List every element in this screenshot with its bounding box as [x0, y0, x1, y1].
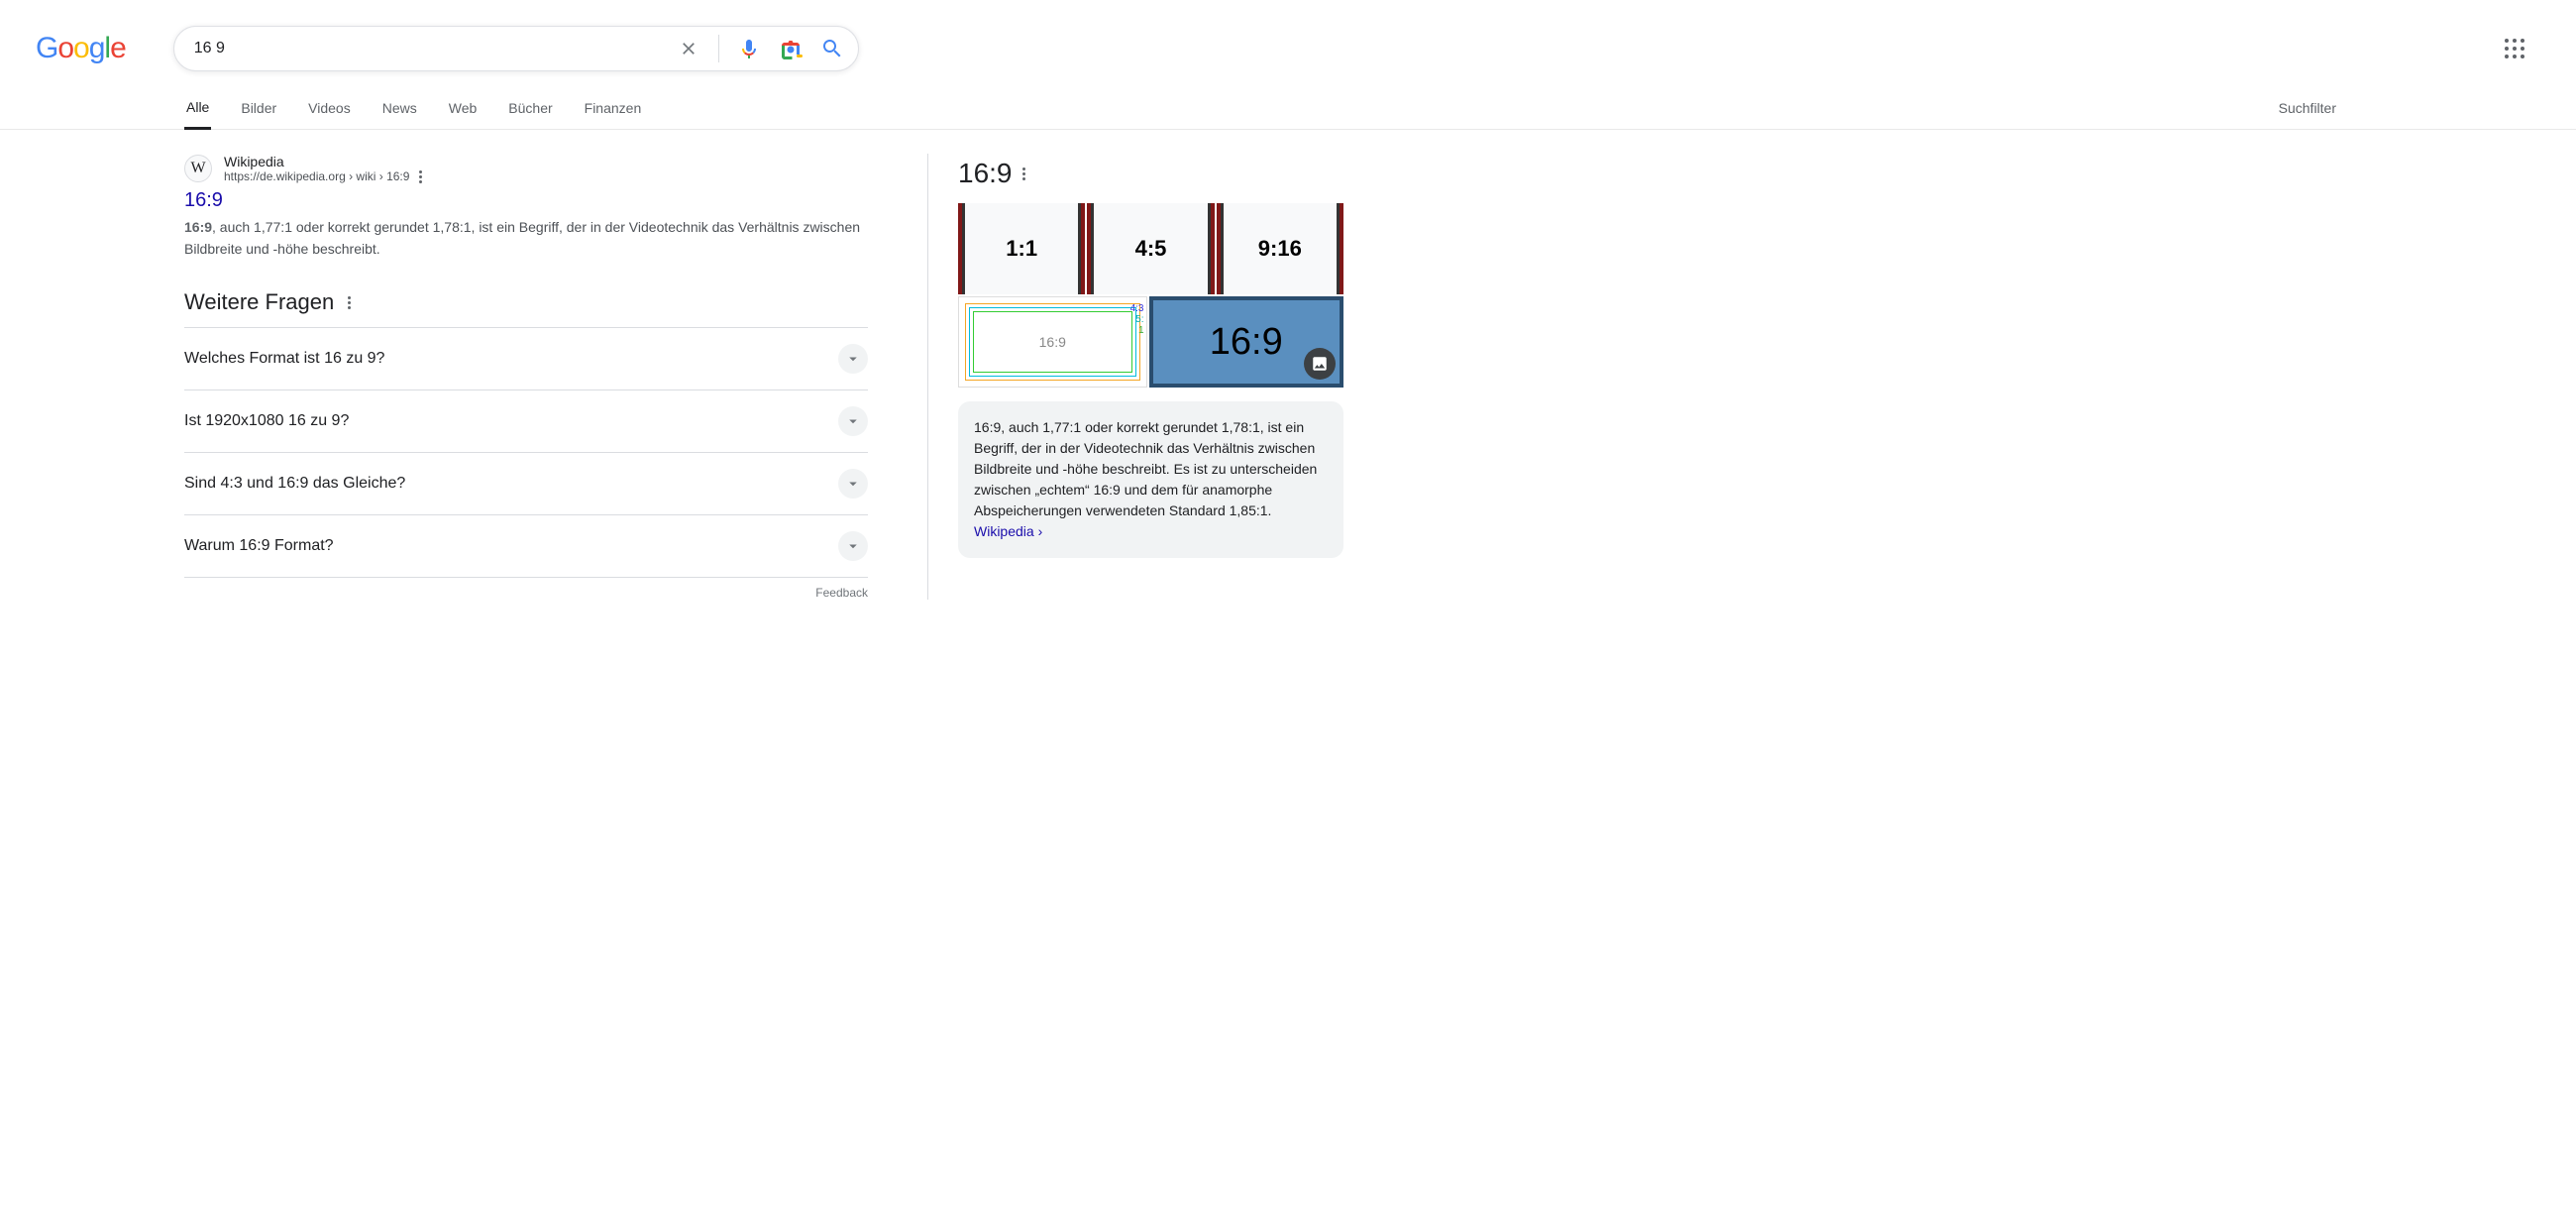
more-options-icon[interactable]	[348, 296, 351, 309]
ratio-thumbnail[interactable]: 4:5	[1087, 203, 1214, 294]
chevron-down-icon	[838, 406, 868, 436]
search-filter-link[interactable]: Suchfilter	[2277, 90, 2338, 128]
chevron-down-icon	[838, 344, 868, 374]
search-result: W Wikipedia https://de.wikipedia.org › w…	[184, 154, 868, 260]
result-url: https://de.wikipedia.org › wiki › 16:9	[224, 169, 422, 183]
people-also-ask-heading: Weitere Fragen	[184, 289, 868, 315]
paa-question[interactable]: Ist 1920x1080 16 zu 9?	[184, 390, 868, 452]
knowledge-panel: 16:9 1:1 4:5 9:16 16:9 4:3 5: 1 1	[927, 154, 1343, 600]
search-box[interactable]	[173, 26, 859, 71]
tab-images[interactable]: Bilder	[239, 90, 278, 128]
tab-books[interactable]: Bücher	[506, 90, 554, 128]
feedback-link[interactable]: Feedback	[184, 586, 868, 600]
paa-question[interactable]: Welches Format ist 16 zu 9?	[184, 327, 868, 390]
tab-all[interactable]: Alle	[184, 89, 211, 130]
result-title-link[interactable]: 16:9	[184, 189, 868, 212]
wikipedia-link[interactable]: Wikipedia ›	[974, 523, 1042, 539]
ratio-diagram-thumbnail[interactable]: 16:9 4:3 5: 1	[958, 296, 1147, 388]
tab-finance[interactable]: Finanzen	[583, 90, 644, 128]
tab-news[interactable]: News	[380, 90, 419, 128]
clear-icon[interactable]	[677, 37, 700, 60]
kp-title: 16:9	[958, 158, 1343, 189]
google-logo[interactable]: Google	[36, 32, 126, 65]
kp-image-grid[interactable]: 1:1 4:5 9:16 16:9 4:3 5: 1 16:9	[958, 203, 1343, 388]
more-options-icon[interactable]	[1022, 167, 1025, 180]
search-tabs: Alle Bilder Videos News Web Bücher Finan…	[0, 71, 2576, 130]
tab-videos[interactable]: Videos	[306, 90, 353, 128]
paa-question[interactable]: Sind 4:3 und 16:9 das Gleiche?	[184, 452, 868, 514]
image-search-icon[interactable]	[779, 37, 803, 60]
image-gallery-icon[interactable]	[1304, 348, 1336, 380]
wikipedia-favicon: W	[184, 155, 212, 182]
result-snippet: 16:9, auch 1,77:1 oder korrekt gerundet …	[184, 216, 868, 260]
ratio-thumbnail[interactable]: 1:1	[958, 203, 1085, 294]
divider	[718, 35, 719, 62]
ratio-thumbnail[interactable]: 9:16	[1217, 203, 1343, 294]
chevron-down-icon	[838, 531, 868, 561]
apps-icon[interactable]	[2497, 31, 2532, 66]
kp-description: 16:9, auch 1,77:1 oder korrekt gerundet …	[958, 401, 1343, 558]
search-input[interactable]	[194, 40, 677, 57]
paa-question[interactable]: Warum 16:9 Format?	[184, 514, 868, 578]
voice-search-icon[interactable]	[737, 37, 761, 60]
tab-web[interactable]: Web	[447, 90, 480, 128]
search-icon[interactable]	[820, 37, 844, 60]
more-options-icon[interactable]	[419, 170, 422, 183]
result-source: Wikipedia	[224, 154, 422, 169]
chevron-down-icon	[838, 469, 868, 499]
